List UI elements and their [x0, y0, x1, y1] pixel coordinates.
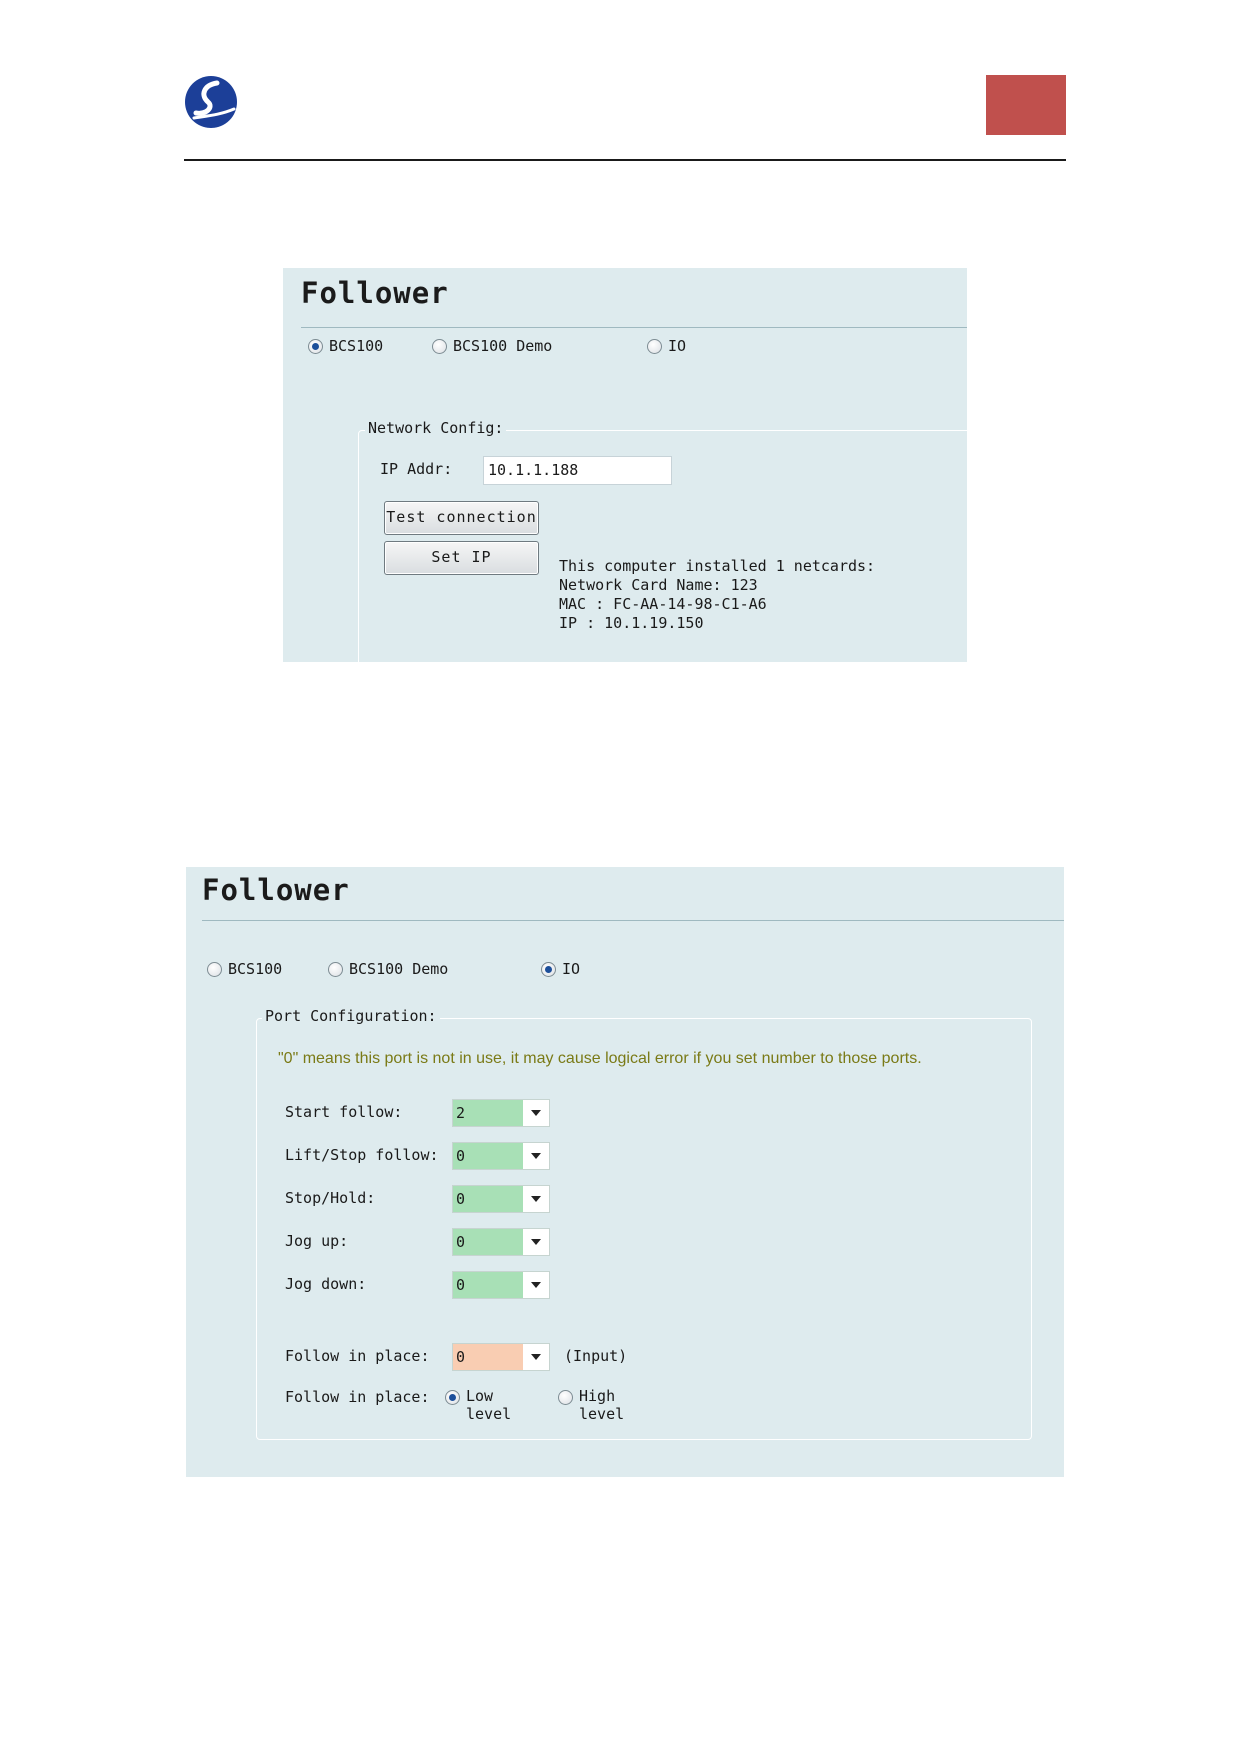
radio-label: BCS100 Demo	[453, 337, 553, 355]
follower-panel-io: Follower BCS100 BCS100 Demo IO Port Conf…	[186, 867, 1064, 1477]
select-value: 0	[453, 1229, 523, 1255]
title-divider	[301, 327, 967, 328]
port-usage-note: "0" means this port is not in use, it ma…	[278, 1050, 922, 1067]
select-value: 0	[453, 1272, 523, 1298]
radio-high-level[interactable]: High level	[558, 1387, 624, 1423]
radio-label: IO	[562, 960, 581, 978]
panel-title: Follower	[202, 873, 350, 907]
chevron-down-icon[interactable]	[523, 1344, 549, 1370]
radio-unselected-icon	[328, 961, 343, 977]
jog-up-select[interactable]: 0	[452, 1228, 550, 1256]
radio-label-line2: level	[466, 1405, 512, 1423]
radio-label-line2: level	[579, 1405, 625, 1423]
netcard-ip-text: IP : 10.1.19.150	[559, 614, 704, 632]
radio-selected-icon	[308, 338, 323, 354]
header-divider	[184, 159, 1066, 161]
netcard-info: This computer installed 1 netcards: Netw…	[559, 557, 875, 633]
stop-hold-select[interactable]: 0	[452, 1185, 550, 1213]
radio-label: BCS100	[329, 337, 384, 355]
radio-io[interactable]: IO	[647, 331, 686, 361]
radio-bcs100-demo[interactable]: BCS100 Demo	[328, 954, 448, 984]
lift-stop-follow-label: Lift/Stop follow:	[285, 1146, 439, 1164]
radio-unselected-icon	[647, 338, 662, 354]
radio-selected-icon	[541, 961, 556, 977]
radio-io[interactable]: IO	[541, 954, 580, 984]
company-logo-icon	[185, 76, 237, 128]
select-value: 0	[453, 1186, 523, 1212]
radio-label: BCS100 Demo	[349, 960, 449, 978]
jog-down-label: Jog down:	[285, 1275, 367, 1293]
network-config-legend: Network Config:	[365, 419, 507, 437]
radio-bcs100[interactable]: BCS100	[207, 954, 282, 984]
header-accent-block	[986, 75, 1066, 135]
radio-low-level[interactable]: Low level	[445, 1387, 511, 1423]
radio-unselected-icon	[207, 961, 222, 977]
select-value: 0	[453, 1143, 523, 1169]
follow-level-label: Follow in place:	[285, 1388, 430, 1406]
radio-bcs100-demo[interactable]: BCS100 Demo	[432, 331, 552, 361]
chevron-down-icon[interactable]	[523, 1229, 549, 1255]
radio-label: High level	[579, 1387, 624, 1423]
radio-selected-icon	[445, 1390, 460, 1405]
select-value: 2	[453, 1100, 523, 1126]
ip-address-input[interactable]: 10.1.1.188	[483, 456, 672, 485]
radio-label-line1: Low	[466, 1387, 494, 1405]
jog-up-label: Jog up:	[285, 1232, 349, 1250]
chevron-down-icon[interactable]	[523, 1143, 549, 1169]
start-follow-label: Start follow:	[285, 1103, 403, 1121]
chevron-down-icon[interactable]	[523, 1272, 549, 1298]
ip-address-label: IP Addr:	[380, 460, 453, 478]
radio-unselected-icon	[432, 338, 447, 354]
netcard-name-text: Network Card Name: 123	[559, 576, 758, 594]
start-follow-select[interactable]: 2	[452, 1099, 550, 1127]
title-divider	[202, 920, 1064, 921]
netcard-mac-text: MAC : FC-AA-14-98-C1-A6	[559, 595, 767, 613]
radio-unselected-icon	[558, 1390, 573, 1405]
test-connection-button[interactable]: Test connection	[384, 501, 539, 535]
radio-label: BCS100	[228, 960, 283, 978]
follower-panel-bcs100: Follower BCS100 BCS100 Demo IO Network C…	[283, 268, 1000, 692]
chevron-down-icon[interactable]	[523, 1186, 549, 1212]
radio-label-line1: High	[579, 1387, 616, 1405]
netcard-count-text: This computer installed 1 netcards:	[559, 557, 876, 575]
set-ip-button[interactable]: Set IP	[384, 541, 539, 575]
follow-in-place-label: Follow in place:	[285, 1347, 430, 1365]
radio-bcs100[interactable]: BCS100	[308, 331, 383, 361]
chevron-down-icon[interactable]	[523, 1100, 549, 1126]
select-value: 0	[453, 1344, 523, 1370]
radio-label: IO	[668, 337, 687, 355]
panel-title: Follower	[301, 276, 449, 310]
port-config-group	[256, 1018, 1032, 1440]
lift-stop-follow-select[interactable]: 0	[452, 1142, 550, 1170]
port-config-legend: Port Configuration:	[262, 1007, 440, 1025]
follow-in-place-select[interactable]: 0	[452, 1343, 550, 1371]
input-suffix-label: (Input)	[564, 1347, 628, 1365]
radio-label: Low level	[466, 1387, 511, 1423]
jog-down-select[interactable]: 0	[452, 1271, 550, 1299]
stop-hold-label: Stop/Hold:	[285, 1189, 376, 1207]
